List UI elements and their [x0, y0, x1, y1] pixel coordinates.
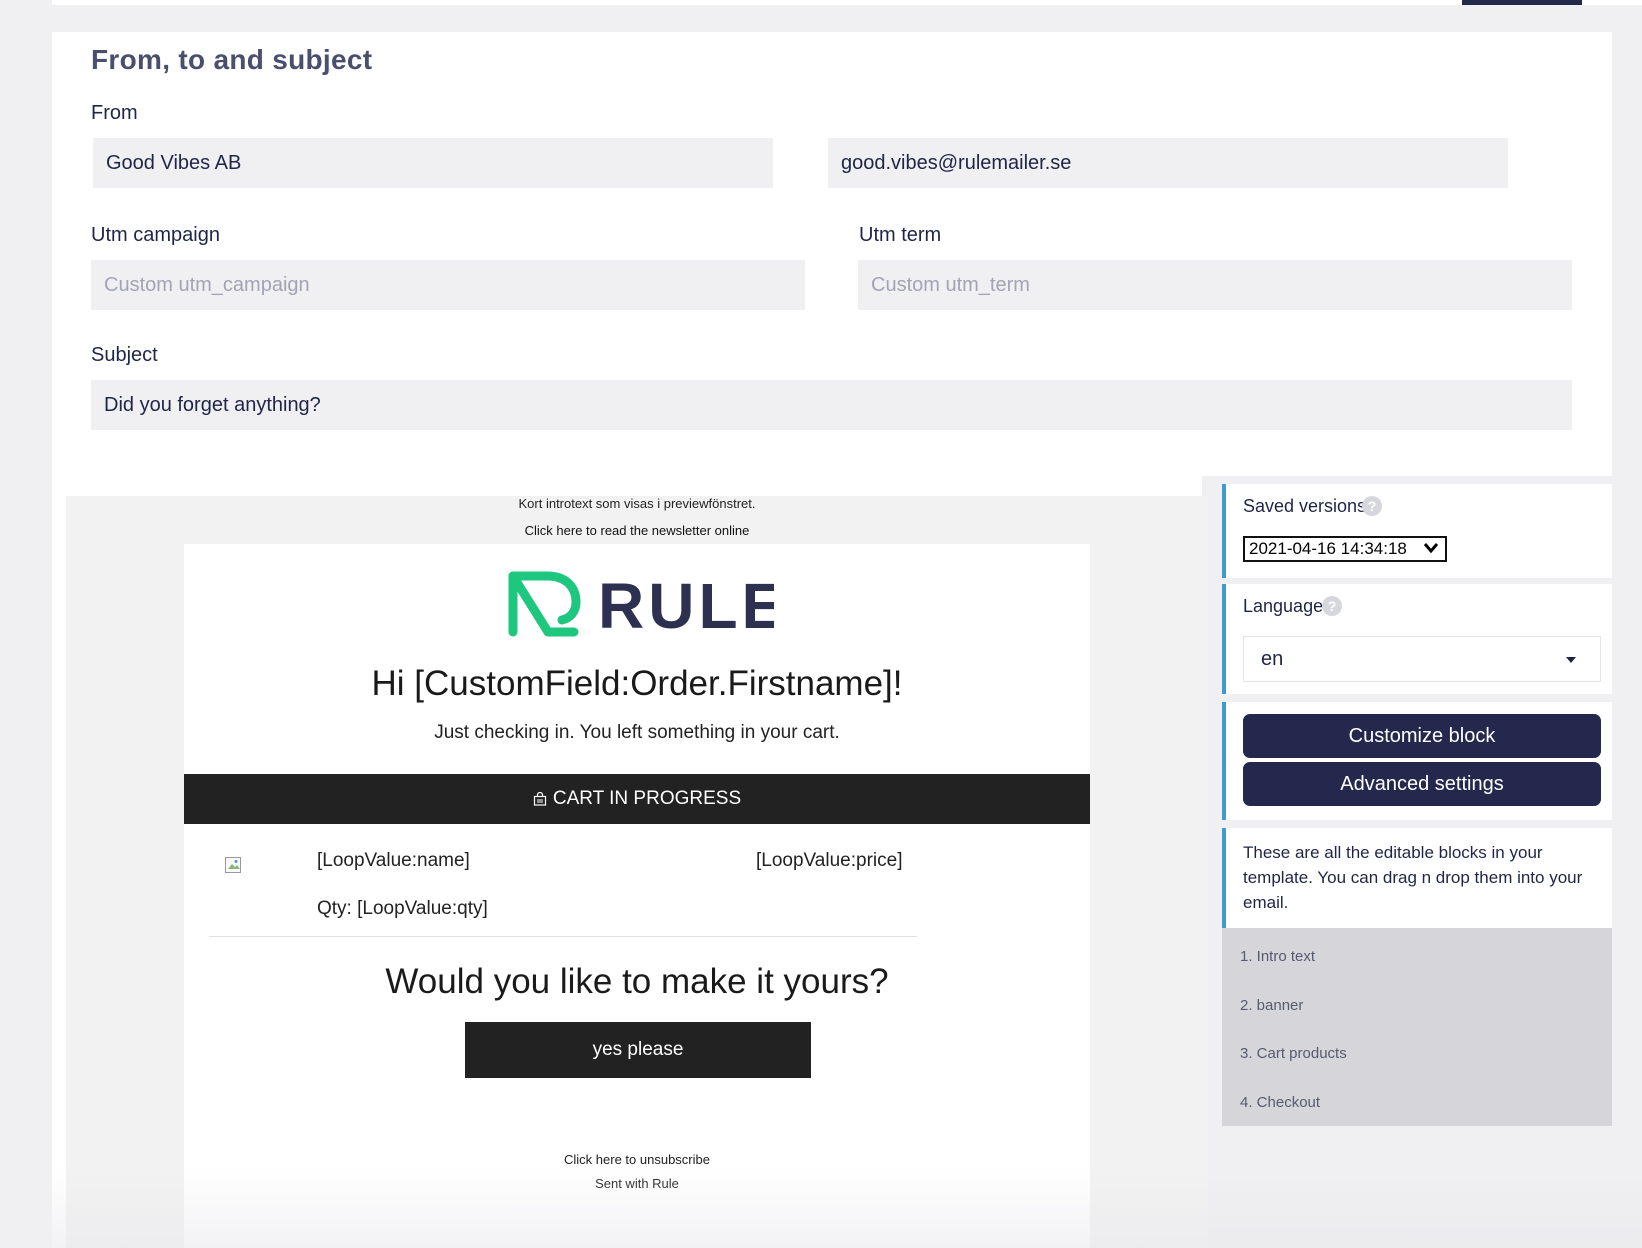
advanced-settings-button[interactable]: Advanced settings	[1243, 762, 1601, 806]
actions-card: Customize block Advanced settings	[1222, 702, 1612, 820]
cart-in-progress-banner[interactable]: CART IN PROGRESS	[184, 774, 1090, 824]
saved-versions-card: Saved versions ? 2021-04-16 14:34:18	[1222, 484, 1612, 578]
help-icon[interactable]: ?	[1322, 596, 1342, 616]
language-select[interactable]: en	[1243, 636, 1601, 682]
blocks-list: 1. Intro text 2. banner 3. Cart products…	[1222, 928, 1612, 1126]
cta-heading[interactable]: Would you like to make it yours?	[184, 962, 1090, 1002]
block-item-intro-text[interactable]: 1. Intro text	[1240, 948, 1315, 965]
editable-blocks-note: These are all the editable blocks in you…	[1243, 843, 1583, 912]
chevron-down-icon	[1423, 543, 1439, 554]
svg-text:RULE: RULE	[598, 570, 774, 642]
utm-campaign-label: Utm campaign	[91, 224, 220, 246]
from-name-input[interactable]	[93, 138, 773, 188]
email-preview: Kort introtext som visas i previewfönstr…	[66, 496, 1208, 1248]
caret-down-icon	[1566, 657, 1576, 663]
product-price[interactable]: [LoopValue:price]	[756, 850, 902, 872]
language-label: Language	[1243, 596, 1324, 616]
product-qty[interactable]: Qty: [LoopValue:qty]	[317, 898, 488, 920]
unsubscribe-link[interactable]: Click here to unsubscribe	[184, 1152, 1090, 1167]
preheader-text[interactable]: Kort introtext som visas i previewfönstr…	[66, 496, 1208, 511]
block-item-checkout[interactable]: 4. Checkout	[1240, 1094, 1320, 1111]
editable-blocks-card: These are all the editable blocks in you…	[1222, 828, 1612, 928]
email-body: RULE Hi [CustomField:Order.Firstname]! J…	[184, 544, 1090, 1248]
from-email-input[interactable]	[828, 138, 1508, 188]
top-tab-indicator	[1462, 0, 1582, 5]
section-title: From, to and subject	[91, 44, 373, 75]
subject-label: Subject	[91, 344, 158, 366]
utm-campaign-input[interactable]	[91, 260, 805, 310]
shopping-bag-icon	[533, 792, 546, 806]
language-card: Language ? en	[1222, 584, 1612, 694]
rule-logo: RULE	[508, 570, 774, 642]
block-item-cart-products[interactable]: 3. Cart products	[1240, 1045, 1347, 1062]
product-name[interactable]: [LoopValue:name]	[317, 850, 470, 872]
saved-version-value: 2021-04-16 14:34:18	[1249, 539, 1407, 558]
subject-input[interactable]	[91, 380, 1572, 430]
customize-block-button[interactable]: Customize block	[1243, 714, 1601, 758]
language-value: en	[1261, 647, 1284, 670]
cart-banner-label: CART IN PROGRESS	[552, 788, 742, 809]
help-icon[interactable]: ?	[1362, 496, 1382, 516]
utm-term-input[interactable]	[858, 260, 1572, 310]
product-divider	[209, 936, 917, 937]
checking-in-text[interactable]: Just checking in. You left something in …	[184, 722, 1090, 744]
saved-versions-select[interactable]: 2021-04-16 14:34:18	[1243, 536, 1447, 562]
sent-with-rule: Sent with Rule	[595, 1176, 679, 1191]
from-to-subject-panel: From, to and subject From Utm campaign U…	[52, 32, 1612, 476]
utm-term-label: Utm term	[859, 224, 942, 246]
block-item-banner[interactable]: 2. banner	[1240, 997, 1303, 1014]
broken-image-icon	[225, 857, 241, 873]
top-strip	[52, 0, 1642, 5]
read-online-link[interactable]: Click here to read the newsletter online	[66, 523, 1208, 538]
greeting-heading[interactable]: Hi [CustomField:Order.Firstname]!	[184, 664, 1090, 704]
saved-versions-label: Saved versions	[1243, 496, 1367, 516]
from-label: From	[91, 102, 138, 124]
yes-please-button[interactable]: yes please	[465, 1022, 811, 1078]
